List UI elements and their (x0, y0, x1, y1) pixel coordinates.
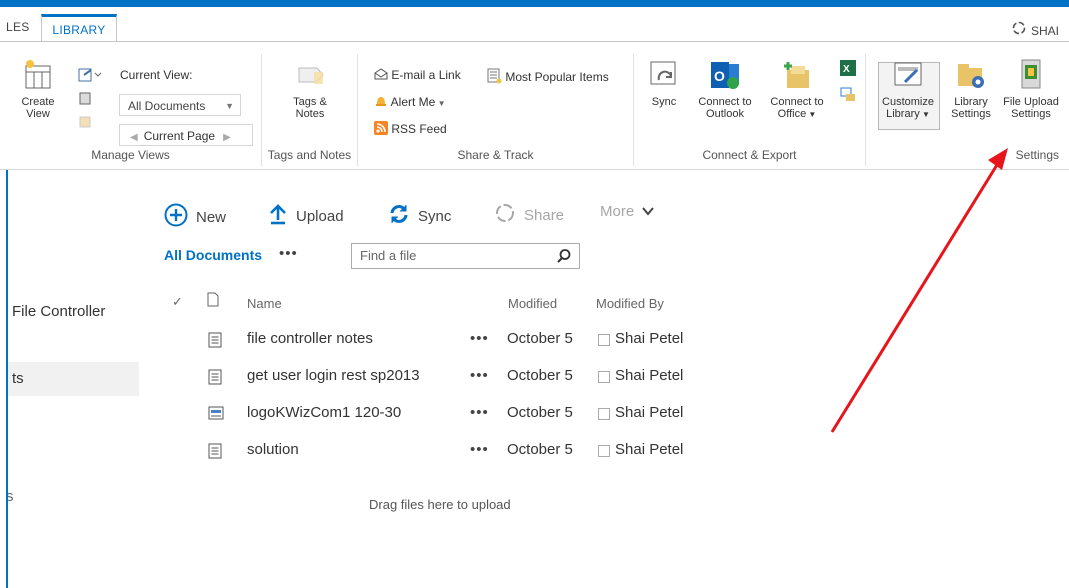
annotation-arrow (830, 148, 1008, 433)
